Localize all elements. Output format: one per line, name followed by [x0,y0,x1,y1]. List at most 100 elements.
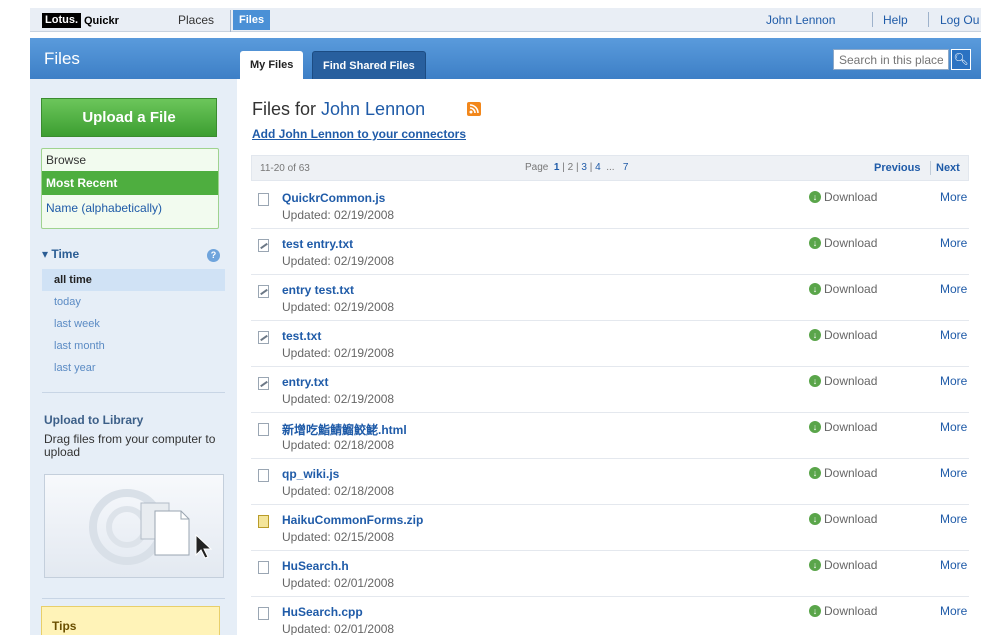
text-file-icon [258,239,269,252]
search-icon[interactable]: 🔍︎ [951,49,971,70]
download-link[interactable]: Download [824,512,877,526]
logo-lotus-text: Lotus. [42,13,81,28]
download-link[interactable]: Download [824,190,877,204]
document-file-icon [258,561,269,574]
download-link[interactable]: Download [824,466,877,480]
download-arrow-icon[interactable]: ↓ [809,605,821,617]
download-arrow-icon[interactable]: ↓ [809,375,821,387]
download-link[interactable]: Download [824,374,877,388]
lotus-quickr-logo[interactable]: Lotus. Quickr [42,13,119,28]
page-2-link[interactable]: 2 [568,162,574,173]
upload-library-header: Upload to Library [44,413,144,427]
previous-page-link[interactable]: Previous [874,162,920,174]
file-row: test.txt Updated: 02/19/2008 ↓ Download More [251,321,969,367]
download-arrow-icon[interactable]: ↓ [809,283,821,295]
file-row: HaikuCommonForms.zip Updated: 02/15/2008 ↓… [251,505,969,551]
file-updated-date: Updated: 02/19/2008 [282,392,395,406]
file-name-link[interactable]: QuickrCommon.js [282,191,385,205]
more-link[interactable]: More [940,420,967,434]
file-name-link[interactable]: HuSearch.cpp [282,605,363,619]
file-list: QuickrCommon.js Updated: 02/19/2008 ↓ Downl… [251,183,969,635]
more-link[interactable]: More [940,328,967,342]
download-arrow-icon[interactable]: ↓ [809,191,821,203]
logout-link[interactable]: Log Ou [940,13,979,27]
add-to-connectors-link[interactable]: Add John Lennon to your connectors [252,127,466,141]
file-updated-date: Updated: 02/01/2008 [282,622,395,635]
more-link[interactable]: More [940,374,967,388]
rss-feed-icon[interactable] [467,102,481,116]
more-link[interactable]: More [940,236,967,250]
file-name-link[interactable]: qp_wiki.js [282,467,339,481]
tab-my-files[interactable]: My Files [240,51,304,79]
file-name-link[interactable]: test entry.txt [282,237,353,251]
upload-file-button[interactable]: Upload a File [41,98,217,137]
more-link[interactable]: More [940,466,967,480]
file-name-link[interactable]: entry.txt [282,375,328,389]
download-link[interactable]: Download [824,604,877,618]
help-icon[interactable]: ? [207,249,220,262]
download-link[interactable]: Download [824,282,877,296]
page-1-link[interactable]: 1 [554,162,560,173]
download-arrow-icon[interactable]: ↓ [809,421,821,433]
download-arrow-icon[interactable]: ↓ [809,467,821,479]
more-link[interactable]: More [940,604,967,618]
browse-most-recent[interactable]: Most Recent [42,171,218,195]
file-row: entry.txt Updated: 02/19/2008 ↓ Download Mor… [251,367,969,413]
file-drop-zone[interactable] [44,474,224,578]
document-file-icon [258,423,269,436]
file-updated-date: Updated: 02/19/2008 [282,208,395,222]
search-input[interactable] [833,49,949,70]
nav-files-tab[interactable]: Files [230,10,271,32]
user-name-link[interactable]: John Lennon [766,13,835,27]
time-today[interactable]: today [42,291,225,313]
nav-files-label: Files [233,10,271,30]
page-7-link[interactable]: 7 [623,162,629,173]
more-link[interactable]: More [940,282,967,296]
download-link[interactable]: Download [824,558,877,572]
file-updated-date: Updated: 02/18/2008 [282,438,395,452]
file-updated-date: Updated: 02/19/2008 [282,346,395,360]
document-file-icon [258,193,269,206]
time-last-week[interactable]: last week [42,313,225,335]
more-link[interactable]: More [940,190,967,204]
file-name-link[interactable]: HaikuCommonForms.zip [282,513,423,527]
page-4-link[interactable]: 4 [595,162,601,173]
file-row: HuSearch.h Updated: 02/01/2008 ↓ Download Mo… [251,551,969,597]
file-row: 新增吃鮨鯖鰡鮫鮱.html Updated: 02/18/2008 ↓ Downloa… [251,413,969,459]
file-name-link[interactable]: 新增吃鮨鯖鰡鮫鮱.html [282,421,407,438]
page-title: Files for John Lennon [252,99,425,120]
tab-find-shared-files[interactable]: Find Shared Files [312,51,426,79]
more-link[interactable]: More [940,512,967,526]
page-numbers: Page 1 | 2 | 3 | 4 ... 7 [525,162,629,173]
file-updated-date: Updated: 02/18/2008 [282,484,395,498]
header-band: Files My Files Find Shared Files 🔍︎ [30,38,981,79]
upload-library-description: Drag files from your computer to upload [44,432,216,459]
file-name-link[interactable]: HuSearch.h [282,559,349,573]
help-link[interactable]: Help [883,13,908,27]
file-name-link[interactable]: entry test.txt [282,283,354,297]
nav-places-link[interactable]: Places [178,13,214,27]
page-section-title: Files [44,49,80,68]
download-arrow-icon[interactable]: ↓ [809,237,821,249]
more-link[interactable]: More [940,558,967,572]
browse-header: Browse [46,153,87,167]
download-arrow-icon[interactable]: ↓ [809,559,821,571]
page-title-user-link[interactable]: John Lennon [321,99,425,119]
divider [930,161,931,175]
download-arrow-icon[interactable]: ↓ [809,513,821,525]
time-all-time[interactable]: all time [42,269,225,291]
time-filter-header[interactable]: ▾ Time [42,247,79,261]
document-file-icon [258,469,269,482]
tips-panel[interactable]: Tips [41,606,220,635]
browse-name-alpha[interactable]: Name (alphabetically) [42,195,218,221]
page-3-link[interactable]: 3 [581,162,587,173]
time-last-year[interactable]: last year [42,357,225,379]
file-name-link[interactable]: test.txt [282,329,321,343]
time-last-month[interactable]: last month [42,335,225,357]
download-link[interactable]: Download [824,328,877,342]
sidebar: Upload a File Browse Most Recent Name (a… [30,79,237,635]
next-page-link[interactable]: Next [936,162,960,174]
download-link[interactable]: Download [824,236,877,250]
download-arrow-icon[interactable]: ↓ [809,329,821,341]
download-link[interactable]: Download [824,420,877,434]
